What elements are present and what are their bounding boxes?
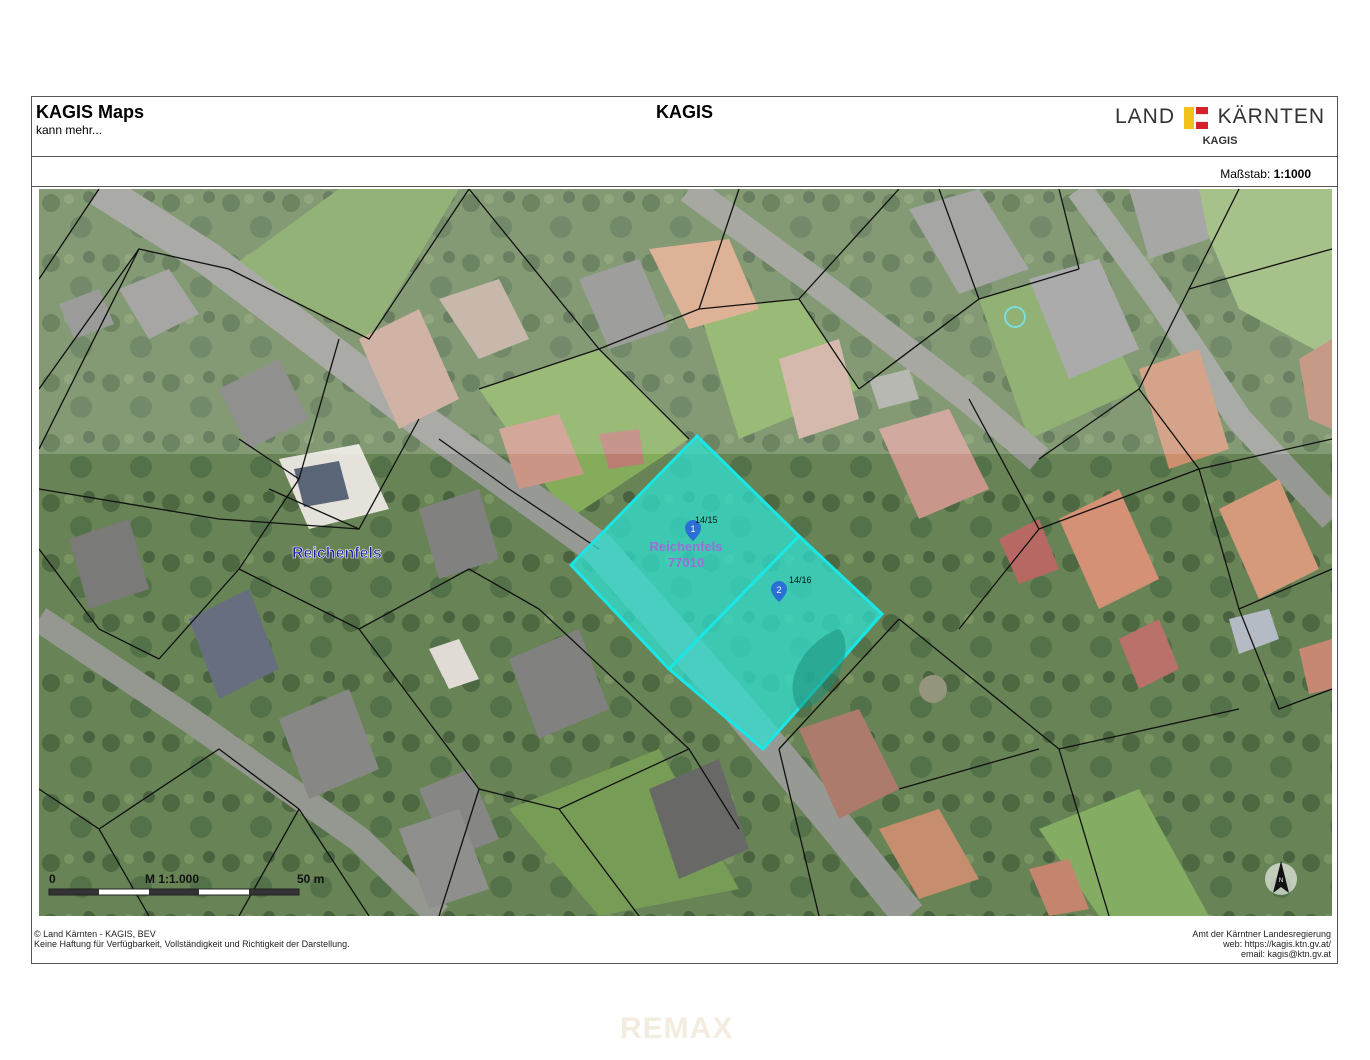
scalebar-start: 0 bbox=[49, 872, 56, 886]
web-link[interactable]: web: https://kagis.ktn.gv.at/ bbox=[1192, 939, 1331, 949]
map-view[interactable]: Reichenfels Reichenfels 77010 1 14/15 2 … bbox=[39, 189, 1332, 916]
marker-2-parcel: 14/16 bbox=[789, 575, 812, 585]
authority-text: Amt der Kärntner Landesregierung bbox=[1192, 929, 1331, 939]
scale-label-text: Maßstab: bbox=[1220, 167, 1271, 181]
land-kaernten-logo: LAND KÄRNTEN KAGIS bbox=[1115, 105, 1325, 149]
marker-1-parcel: 14/15 bbox=[695, 515, 718, 525]
parcel-area-label-1: Reichenfels bbox=[650, 539, 723, 554]
scalebar-middle: M 1:1.000 bbox=[145, 872, 199, 886]
north-arrow-letter: N bbox=[1279, 878, 1283, 884]
marker-2-number: 2 bbox=[776, 585, 781, 595]
email-link[interactable]: email: kagis@ktn.gv.at bbox=[1192, 949, 1331, 959]
marker-1-number: 1 bbox=[690, 524, 695, 534]
logo-text-land: LAND bbox=[1115, 105, 1176, 128]
disclaimer-text: Keine Haftung für Verfügbarkeit, Vollstä… bbox=[34, 939, 350, 949]
logo-text-kaernten: KÄRNTEN bbox=[1217, 105, 1325, 128]
footer-right: Amt der Kärntner Landesregierung web: ht… bbox=[1192, 929, 1331, 959]
aerial-map: Reichenfels Reichenfels 77010 1 14/15 2 … bbox=[39, 189, 1332, 916]
scalebar-end: 50 m bbox=[297, 872, 324, 886]
scale-row: Maßstab: 1:1000 bbox=[32, 157, 1337, 187]
copyright-text: © Land Kärnten - KAGIS, BEV bbox=[34, 929, 156, 939]
scale-label: Maßstab: 1:1000 bbox=[1220, 167, 1311, 181]
logo-subtitle: KAGIS bbox=[1202, 135, 1238, 147]
place-label: Reichenfels bbox=[292, 545, 382, 562]
app-subtitle: kann mehr... bbox=[36, 123, 103, 137]
parcel-area-label-2: 77010 bbox=[668, 555, 704, 570]
print-header: KAGIS Maps kann mehr... KAGIS LAND KÄRNT… bbox=[32, 97, 1337, 157]
coat-of-arms-icon bbox=[1184, 107, 1208, 129]
scale-value: 1:1000 bbox=[1273, 167, 1311, 181]
remax-watermark: REMAX bbox=[620, 1012, 734, 1045]
footer-left: © Land Kärnten - KAGIS, BEV Keine Haftun… bbox=[34, 929, 350, 949]
map-print-frame: KAGIS Maps kann mehr... KAGIS LAND KÄRNT… bbox=[31, 96, 1338, 964]
